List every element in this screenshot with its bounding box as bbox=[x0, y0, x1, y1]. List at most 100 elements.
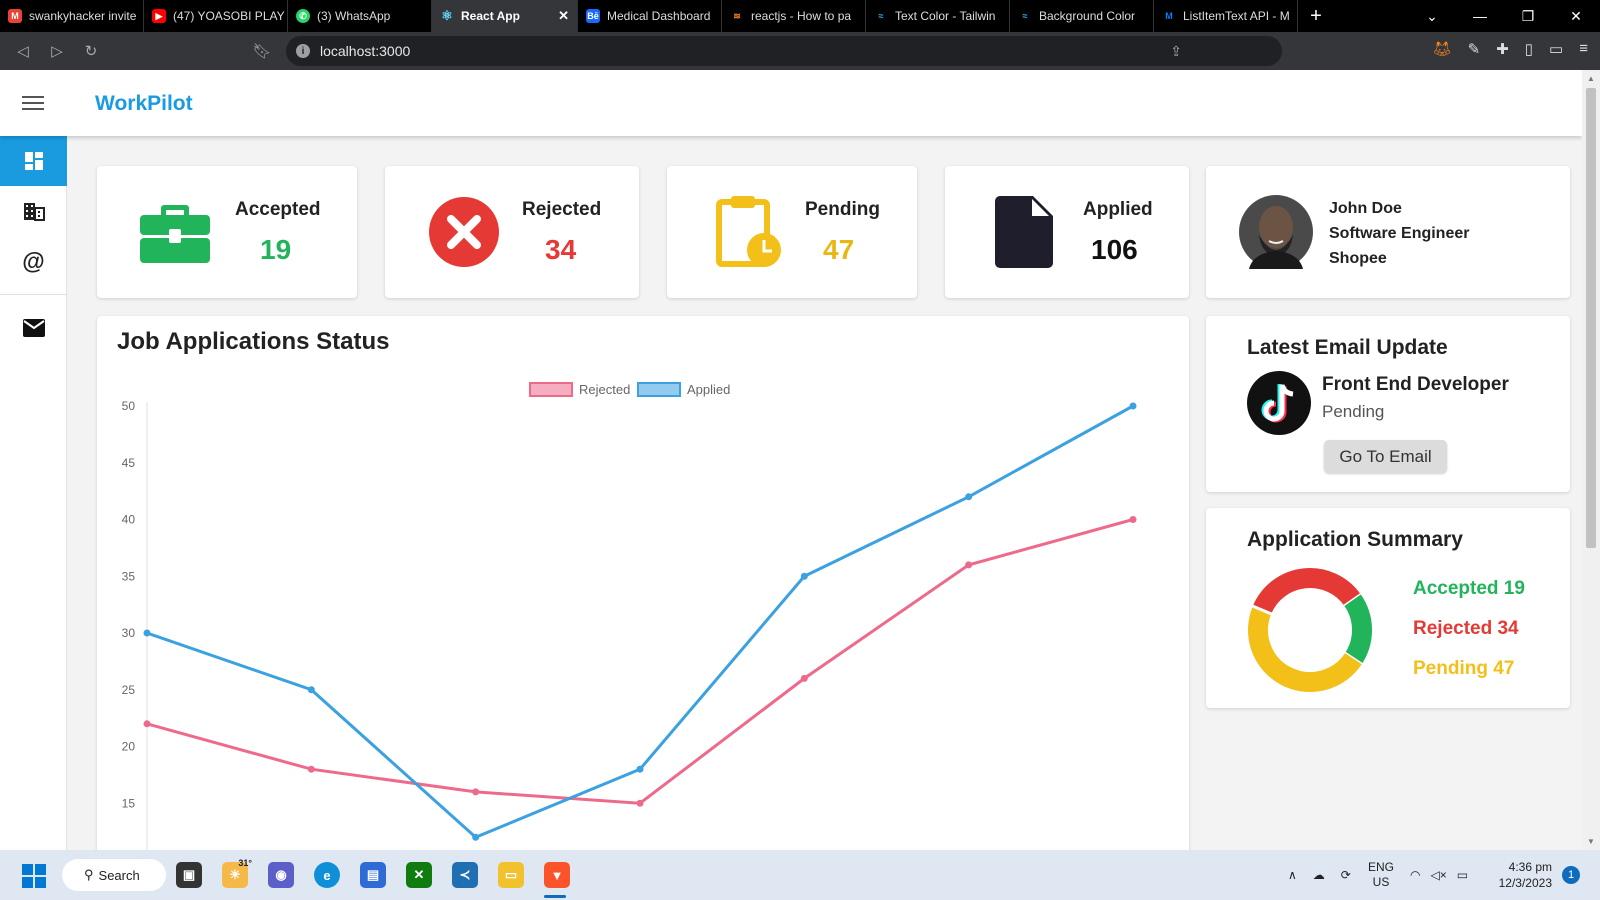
metamask-icon[interactable]: 🦊︎ bbox=[1433, 40, 1452, 58]
profile-company: Shopee bbox=[1329, 250, 1387, 267]
y-tick-label: 15 bbox=[122, 796, 136, 810]
edge-icon[interactable]: e bbox=[314, 862, 340, 888]
latest-email-card: Latest Email Update Front End Developer … bbox=[1206, 316, 1570, 492]
task-view-icon[interactable]: ▣ bbox=[176, 862, 202, 888]
data-point-applied bbox=[636, 765, 644, 773]
whatsapp-icon: ✆ bbox=[296, 9, 310, 23]
clock[interactable]: 4:36 pm 12/3/2023 bbox=[1488, 850, 1552, 900]
minimize-button[interactable]: — bbox=[1456, 8, 1504, 25]
vscode-icon[interactable]: ≺ bbox=[452, 862, 478, 888]
tab-youtube[interactable]: ▶ (47) YOASOBI PLAY bbox=[144, 0, 288, 32]
sidebar-item-companies[interactable] bbox=[0, 186, 67, 236]
clock-date: 12/3/2023 bbox=[1498, 876, 1552, 890]
site-info-icon[interactable]: i bbox=[296, 44, 310, 58]
tab-search-icon[interactable]: ⌄ bbox=[1408, 8, 1456, 25]
donut-slice-pending bbox=[1248, 606, 1362, 692]
go-to-email-button[interactable]: Go To Email bbox=[1324, 440, 1447, 473]
hamburger-menu-icon[interactable] bbox=[22, 96, 44, 114]
y-tick-label: 40 bbox=[122, 513, 136, 527]
quick-settings[interactable]: ◠ ◁× ▭ bbox=[1410, 850, 1468, 900]
browser-tab-bar: Mswankyhacker invite ▶ (47) YOASOBI PLAY … bbox=[0, 0, 1600, 32]
tab-label: reactjs - How to pa bbox=[751, 9, 852, 23]
donut-slice-rejected bbox=[1252, 568, 1361, 615]
file-explorer-icon[interactable]: ▭ bbox=[498, 862, 524, 888]
teams-icon[interactable]: ◉ bbox=[268, 862, 294, 888]
notification-badge[interactable]: 1 bbox=[1562, 866, 1580, 884]
app-header: WorkPilot bbox=[0, 70, 1582, 136]
menu-icon[interactable]: ≡ bbox=[1579, 40, 1588, 58]
scroll-down-icon[interactable]: ▼ bbox=[1587, 837, 1595, 846]
y-tick-label: 20 bbox=[122, 740, 136, 754]
tab-mui[interactable]: M ListItemText API - M bbox=[1154, 0, 1298, 32]
tab-tailwind-bg[interactable]: ≈ Background Color bbox=[1010, 0, 1154, 32]
latest-email-title: Latest Email Update bbox=[1247, 336, 1448, 359]
legend-label-applied: Applied bbox=[687, 382, 730, 397]
sidebar-item-contacts[interactable]: @ bbox=[0, 236, 67, 286]
donut-chart bbox=[1248, 568, 1372, 692]
wallet-icon[interactable]: ▭ bbox=[1549, 40, 1563, 58]
tab-gmail[interactable]: Mswankyhacker invite bbox=[0, 0, 144, 32]
xbox-icon[interactable]: ✕ bbox=[406, 862, 432, 888]
sidebar: @ bbox=[0, 136, 67, 850]
brave-icon[interactable]: ▼ bbox=[544, 862, 570, 888]
page-scrollbar[interactable]: ▲ ▼ bbox=[1582, 70, 1600, 850]
share-icon[interactable]: ⇪ bbox=[1170, 43, 1182, 60]
x-circle-icon bbox=[429, 197, 499, 267]
tab-stackoverflow[interactable]: ≋ reactjs - How to pa bbox=[722, 0, 866, 32]
back-icon[interactable]: ◁ bbox=[6, 42, 40, 60]
windows-taskbar: ⚲ Search ▣ 31° ☀ ◉ e ▤ ✕ ≺ ▭ ▼ ∧ ☁ ⟳ ENG … bbox=[0, 850, 1600, 900]
language-indicator[interactable]: ENG US bbox=[1368, 850, 1394, 900]
tab-label: (3) WhatsApp bbox=[317, 9, 391, 23]
close-window-button[interactable]: ✕ bbox=[1552, 8, 1600, 25]
profile-name: John Doe bbox=[1329, 200, 1402, 217]
stat-label: Pending bbox=[805, 199, 880, 220]
file-icon bbox=[995, 196, 1053, 268]
close-icon[interactable]: ✕ bbox=[558, 8, 569, 24]
brand-logo: WorkPilot bbox=[95, 92, 193, 115]
email-job-title: Front End Developer bbox=[1322, 374, 1509, 395]
data-point-applied bbox=[800, 572, 808, 580]
sidebar-divider bbox=[0, 294, 67, 295]
scrollbar-thumb[interactable] bbox=[1586, 88, 1596, 548]
sidebar-item-dashboard[interactable] bbox=[0, 136, 67, 186]
bookmark-icon[interactable]: 🔖︎ bbox=[245, 42, 279, 60]
windows-start-icon[interactable] bbox=[22, 864, 46, 888]
stat-value: 34 bbox=[545, 234, 577, 265]
weather-icon[interactable]: 31° ☀ bbox=[222, 858, 252, 888]
sidebar-item-mail[interactable] bbox=[0, 303, 67, 353]
chevron-up-icon[interactable]: ∧ bbox=[1288, 868, 1297, 882]
url-text: localhost:3000 bbox=[320, 43, 411, 59]
store-icon[interactable]: ▤ bbox=[360, 862, 386, 888]
scroll-up-icon[interactable]: ▲ bbox=[1587, 74, 1595, 83]
tab-react-app[interactable]: ⚛ React App ✕ bbox=[432, 0, 578, 32]
stat-card-applied: Applied 106 bbox=[945, 166, 1189, 298]
stat-card-accepted: Accepted 19 bbox=[97, 166, 357, 298]
summary-accepted: Accepted 19 bbox=[1413, 578, 1525, 599]
active-app-indicator bbox=[544, 895, 566, 898]
reload-icon[interactable]: ↻ bbox=[74, 42, 108, 60]
wifi-icon: ◠ bbox=[1410, 868, 1421, 882]
summary-pending: Pending 47 bbox=[1413, 658, 1515, 679]
battery-icon: ▭ bbox=[1456, 868, 1469, 882]
stat-card-rejected: Rejected 34 bbox=[385, 166, 639, 298]
address-bar[interactable]: i localhost:3000 ⇪ bbox=[286, 36, 1282, 66]
maximize-button[interactable]: ❐ bbox=[1504, 8, 1552, 25]
taskbar-search[interactable]: ⚲ Search bbox=[62, 859, 166, 891]
new-tab-button[interactable]: + bbox=[1298, 5, 1334, 28]
tab-behance[interactable]: Bē Medical Dashboard bbox=[578, 0, 722, 32]
sidebar-icon[interactable]: ▯ bbox=[1525, 40, 1533, 58]
avatar[interactable] bbox=[1239, 195, 1313, 269]
sync-icon[interactable]: ⟳ bbox=[1341, 868, 1351, 882]
stat-label: Accepted bbox=[235, 199, 321, 220]
tab-whatsapp[interactable]: ✆ (3) WhatsApp bbox=[288, 0, 432, 32]
tab-tailwind-text[interactable]: ≈ Text Color - Tailwin bbox=[866, 0, 1010, 32]
y-tick-label: 50 bbox=[122, 399, 136, 413]
puzzle-icon[interactable]: ✚ bbox=[1496, 40, 1509, 58]
data-point-rejected bbox=[307, 765, 315, 773]
clipboard-clock-icon bbox=[716, 196, 781, 267]
forward-icon[interactable]: ▷ bbox=[40, 42, 74, 60]
line-chart: 50 45 40 35 30 25 20 15 Rejected Applied bbox=[122, 382, 1137, 850]
cloud-icon[interactable]: ☁ bbox=[1313, 868, 1325, 882]
extension-icon[interactable]: ✎ bbox=[1468, 40, 1481, 58]
profile-card: John Doe Software Engineer Shopee bbox=[1206, 166, 1570, 298]
